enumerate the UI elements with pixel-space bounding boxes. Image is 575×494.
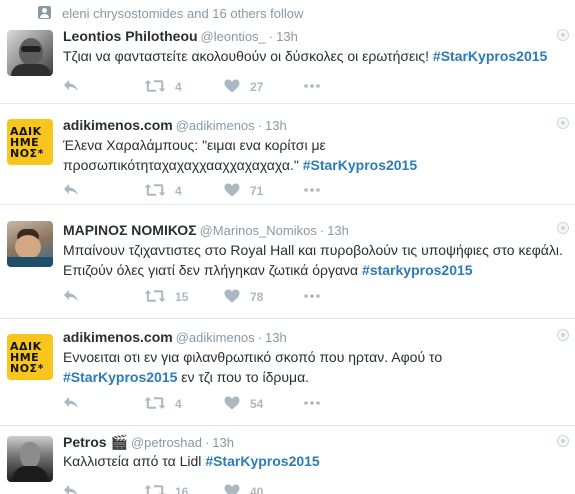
more-dots-icon xyxy=(304,188,320,192)
display-name[interactable]: Leontios Philotheou xyxy=(63,28,198,44)
hashtag-link[interactable]: #StarKypros2015 xyxy=(205,453,319,469)
tweet[interactable]: ΑΔΙΚ ΗΜΕ ΝΟΣ* adikimenos.com @adikimenos ·… xyxy=(0,105,575,205)
display-name[interactable]: Petros 🎬 xyxy=(63,434,128,450)
retweet-icon xyxy=(144,485,166,494)
timestamp[interactable]: 13h xyxy=(327,223,349,238)
heart-icon xyxy=(224,79,240,93)
heart-icon xyxy=(224,396,240,410)
tweet-actions: 15 78 xyxy=(63,288,323,306)
heart-icon xyxy=(224,484,240,494)
username[interactable]: @petroshad xyxy=(131,435,202,450)
more-dots-icon xyxy=(304,84,320,88)
display-name[interactable]: adikimenos.com xyxy=(63,117,173,133)
social-context-text[interactable]: eleni chrysostomides and 16 others follo… xyxy=(62,6,303,21)
like-count: 71 xyxy=(250,184,264,198)
display-name[interactable]: ΜΑΡΙΝΟΣ ΝΟΜΙΚΟΣ xyxy=(63,222,197,238)
tweet-menu-caret-icon[interactable] xyxy=(557,435,569,447)
tweet[interactable]: ΑΔΙΚ ΗΜΕ ΝΟΣ* adikimenos.com @adikimenos ·… xyxy=(0,320,575,426)
tweet-menu-caret-icon[interactable] xyxy=(557,222,569,234)
tweet-text: Τζιαι να φανταστείτε ακολουθούν οι δύσκο… xyxy=(63,48,548,64)
avatar[interactable]: ΑΔΙΚ ΗΜΕ ΝΟΣ* xyxy=(7,334,53,380)
tweet-header: Leontios Philotheou @leontios_ · 13h xyxy=(63,28,298,44)
tweet-menu-caret-icon[interactable] xyxy=(557,117,569,129)
tweet-actions: 4 71 xyxy=(63,182,323,200)
avatar[interactable]: ΑΔΙΚ ΗΜΕ ΝΟΣ* xyxy=(7,119,53,165)
reply-icon xyxy=(64,397,78,409)
reply-icon xyxy=(64,80,78,92)
username[interactable]: @adikimenos xyxy=(176,330,255,345)
person-icon xyxy=(38,6,51,19)
hashtag-link[interactable]: #StarKypros2015 xyxy=(303,157,417,173)
like-count: 40 xyxy=(250,485,264,494)
tweet[interactable]: ΜΑΡΙΝΟΣ ΝΟΜΙΚΟΣ @Marinos_Nomikos · 13h Μπαί… xyxy=(0,206,575,319)
tweet-header: Petros 🎬 @petroshad · 13h xyxy=(63,434,234,450)
tweet-text: Έλενα Χαραλάμπους: "ειμαι ενα κορίτσι με… xyxy=(63,137,418,173)
tweet-header: adikimenos.com @adikimenos · 13h xyxy=(63,329,287,345)
timestamp[interactable]: 13h xyxy=(265,330,287,345)
tweet-actions: 4 27 xyxy=(63,78,323,96)
retweet-count: 16 xyxy=(175,485,189,494)
heart-icon xyxy=(224,183,240,197)
username[interactable]: @leontios_ xyxy=(201,29,266,44)
timestamp[interactable]: 13h xyxy=(212,435,234,450)
hashtag-link[interactable]: #starkypros2015 xyxy=(362,262,473,278)
like-count: 27 xyxy=(250,80,264,94)
retweet-icon xyxy=(144,80,166,92)
retweet-count: 4 xyxy=(175,80,182,94)
hashtag-link[interactable]: #StarKypros2015 xyxy=(433,48,547,64)
tweet-menu-caret-icon[interactable] xyxy=(557,329,569,341)
timestamp[interactable]: 13h xyxy=(276,29,298,44)
tweet[interactable]: Leontios Philotheou @leontios_ · 13h Τζιαι … xyxy=(0,24,575,104)
tweet-header: adikimenos.com @adikimenos · 13h xyxy=(63,117,287,133)
retweet-icon xyxy=(144,290,166,302)
retweet-icon xyxy=(144,397,166,409)
retweet-icon xyxy=(144,184,166,196)
more-dots-icon xyxy=(304,294,320,298)
tweet-menu-caret-icon[interactable] xyxy=(557,29,569,41)
tweet-header: ΜΑΡΙΝΟΣ ΝΟΜΙΚΟΣ @Marinos_Nomikos · 13h xyxy=(63,222,349,238)
reply-icon xyxy=(64,485,78,494)
tweet[interactable]: Petros 🎬 @petroshad · 13h Καλλιστεία από τα… xyxy=(0,427,575,494)
display-name[interactable]: adikimenos.com xyxy=(63,329,173,345)
logo-text: ΝΟΣ* xyxy=(10,147,44,160)
retweet-count: 15 xyxy=(175,290,189,304)
retweet-count: 4 xyxy=(175,397,182,411)
hashtag-link[interactable]: #StarKypros2015 xyxy=(63,369,177,385)
avatar[interactable] xyxy=(7,30,53,76)
tweet-text: Μπαίνουν τζιχαντιστες στο Royal Hall και… xyxy=(63,242,563,278)
retweet-count: 4 xyxy=(175,184,182,198)
reply-icon xyxy=(64,184,78,196)
reply-icon xyxy=(64,290,78,302)
tweet-actions: 16 40 xyxy=(63,483,323,494)
timestamp[interactable]: 13h xyxy=(265,118,287,133)
username[interactable]: @adikimenos xyxy=(176,118,255,133)
username[interactable]: @Marinos_Nomikos xyxy=(200,223,317,238)
social-context-bar: eleni chrysostomides and 16 others follo… xyxy=(0,0,575,24)
logo-text: ΝΟΣ* xyxy=(10,362,44,375)
tweet-text: Καλλιστεία από τα Lidl #StarKypros2015 xyxy=(63,453,320,469)
more-dots-icon xyxy=(304,401,320,405)
heart-icon xyxy=(224,289,240,303)
tweet-actions: 4 54 xyxy=(63,395,323,413)
like-count: 54 xyxy=(250,397,264,411)
avatar[interactable] xyxy=(7,436,53,482)
avatar[interactable] xyxy=(7,221,53,267)
tweet-text: Εννοειται οτι εν για φιλανθρωπικό σκοπό … xyxy=(63,349,443,385)
like-count: 78 xyxy=(250,290,264,304)
